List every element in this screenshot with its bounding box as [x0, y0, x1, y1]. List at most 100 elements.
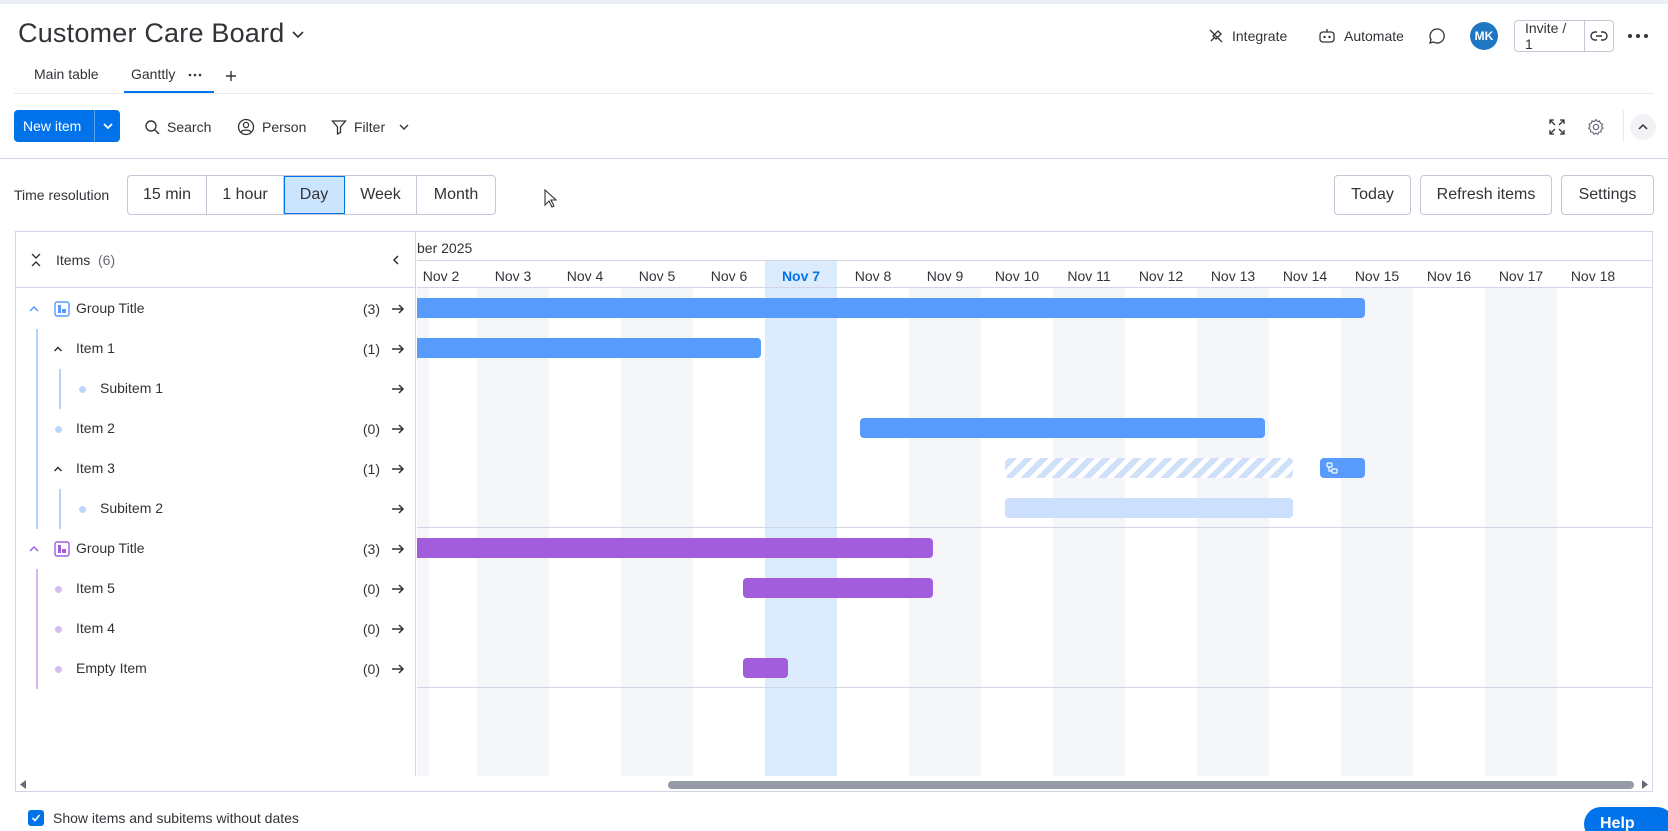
- scroll-left-icon[interactable]: [19, 780, 27, 789]
- avatar[interactable]: MK: [1470, 22, 1498, 50]
- group-color-line: [36, 409, 38, 449]
- arrow-right-icon[interactable]: [390, 581, 406, 597]
- item-row[interactable]: Item 4 (0): [16, 609, 416, 649]
- resolution-1hour[interactable]: 1 hour: [207, 176, 284, 214]
- item-dot: [55, 666, 62, 673]
- gantt-bar-subitem-2[interactable]: [1005, 498, 1293, 518]
- subitems-icon: [1326, 462, 1338, 474]
- chevron-up-icon[interactable]: [28, 543, 40, 555]
- integrate-icon: [1209, 29, 1223, 43]
- settings-button[interactable]: Settings: [1561, 175, 1654, 215]
- invite-label: Invite / 1: [1515, 20, 1586, 52]
- item-row[interactable]: Item 5 (0): [16, 569, 416, 609]
- chevron-down-icon[interactable]: [398, 121, 410, 133]
- gantt-bar-item-1[interactable]: [417, 338, 761, 358]
- add-view-icon[interactable]: [224, 69, 238, 83]
- tab-main-table[interactable]: Main table: [34, 66, 99, 82]
- view-settings-button[interactable]: [1585, 116, 1607, 138]
- board-title[interactable]: Customer Care Board: [18, 18, 284, 49]
- copy-link-button[interactable]: [1585, 21, 1613, 51]
- day-label: Nov 6: [710, 268, 748, 284]
- integrate-button[interactable]: Integrate: [1208, 24, 1287, 48]
- checkbox[interactable]: [28, 810, 44, 826]
- resolution-15min[interactable]: 15 min: [128, 176, 207, 214]
- arrow-right-icon[interactable]: [390, 421, 406, 437]
- fullscreen-button[interactable]: [1546, 116, 1568, 138]
- gantt-timeline[interactable]: ber 2025 Nov 2 Nov 3 Nov 4 Nov 5 Nov 6 Nov 7 N…: [417, 232, 1652, 776]
- scrollbar-thumb[interactable]: [668, 781, 1634, 789]
- new-item-button[interactable]: New item: [14, 110, 120, 142]
- row-count: (1): [362, 461, 380, 477]
- search-icon: [145, 120, 160, 135]
- tab-options-icon[interactable]: [188, 72, 202, 78]
- updates-button[interactable]: [1428, 24, 1446, 48]
- gantt-bar-group-2[interactable]: [417, 538, 933, 558]
- item-row[interactable]: Item 3 (1): [16, 449, 416, 489]
- show-without-dates-label: Show items and subitems without dates: [53, 810, 299, 826]
- collapse-all-icon[interactable]: [30, 252, 42, 268]
- group-row[interactable]: Group Title (3): [16, 529, 416, 569]
- subitem-row[interactable]: Subitem 2: [16, 489, 416, 529]
- filter-button[interactable]: Filter: [331, 116, 410, 138]
- new-item-dropdown[interactable]: [94, 110, 120, 142]
- today-button[interactable]: Today: [1334, 175, 1411, 215]
- search-button[interactable]: Search: [144, 116, 211, 138]
- day-column: [1485, 288, 1557, 776]
- arrow-right-icon[interactable]: [390, 341, 406, 357]
- row-label: Group Title: [76, 540, 145, 556]
- refresh-items-button[interactable]: Refresh items: [1420, 175, 1552, 215]
- help-button[interactable]: Help: [1584, 807, 1668, 831]
- chevron-down-icon[interactable]: [290, 26, 306, 42]
- gantt-bar-group-1[interactable]: [417, 298, 1365, 318]
- day-column: [693, 288, 765, 776]
- month-label: ber 2025: [417, 240, 473, 256]
- group-row[interactable]: Group Title (3): [16, 289, 416, 329]
- toolbar-separator: [1623, 110, 1624, 142]
- collapse-panel-icon[interactable]: [390, 254, 402, 266]
- chevron-down-icon: [102, 123, 113, 130]
- automate-button[interactable]: Automate: [1318, 24, 1404, 48]
- gantt-bar-item-3-span[interactable]: [1005, 458, 1293, 478]
- resolution-week[interactable]: Week: [345, 176, 417, 214]
- time-resolution-selector[interactable]: 15 min 1 hour Day Week Month: [127, 175, 496, 215]
- row-count: (0): [362, 661, 380, 677]
- person-filter-button[interactable]: Person: [237, 116, 306, 138]
- show-without-dates-toggle[interactable]: Show items and subitems without dates: [28, 810, 299, 826]
- day-column: [1413, 288, 1485, 776]
- resolution-month[interactable]: Month: [417, 176, 495, 214]
- arrow-right-icon[interactable]: [390, 621, 406, 637]
- chevron-up-icon[interactable]: [53, 464, 63, 474]
- group-color-line: [36, 489, 38, 529]
- arrow-right-icon[interactable]: [390, 381, 406, 397]
- gantt-bar-item-5[interactable]: [743, 578, 933, 598]
- invite-button[interactable]: Invite / 1: [1514, 20, 1614, 52]
- day-label: Nov 18: [1570, 268, 1616, 284]
- item-dot: [55, 426, 62, 433]
- arrow-right-icon[interactable]: [390, 501, 406, 517]
- gantt-bar-empty-item[interactable]: [743, 658, 788, 678]
- item-row[interactable]: Item 1 (1): [16, 329, 416, 369]
- day-column: [981, 288, 1053, 776]
- arrow-right-icon[interactable]: [390, 541, 406, 557]
- collapse-header-button[interactable]: [1630, 114, 1656, 140]
- arrow-right-icon[interactable]: [390, 461, 406, 477]
- subitem-row[interactable]: Subitem 1: [16, 369, 416, 409]
- resolution-day[interactable]: Day: [284, 176, 345, 214]
- chevron-up-icon[interactable]: [28, 303, 40, 315]
- item-dot: [55, 626, 62, 633]
- gantt-bar-item-2[interactable]: [860, 418, 1265, 438]
- tab-ganttly[interactable]: Ganttly: [131, 66, 175, 82]
- more-options-icon[interactable]: [1626, 26, 1650, 46]
- item-row[interactable]: Empty Item (0): [16, 649, 416, 689]
- arrow-right-icon[interactable]: [390, 661, 406, 677]
- chevron-up-icon[interactable]: [53, 344, 63, 354]
- arrow-right-icon[interactable]: [390, 301, 406, 317]
- row-label: Group Title: [76, 300, 145, 316]
- day-label: Nov 5: [638, 268, 676, 284]
- item-row[interactable]: Item 2 (0): [16, 409, 416, 449]
- gantt-bar-item-3[interactable]: [1320, 458, 1365, 478]
- day-column: [1053, 288, 1125, 776]
- row-label: Item 3: [76, 460, 115, 476]
- scroll-right-icon[interactable]: [1641, 780, 1649, 789]
- day-label: Nov 12: [1138, 268, 1184, 284]
